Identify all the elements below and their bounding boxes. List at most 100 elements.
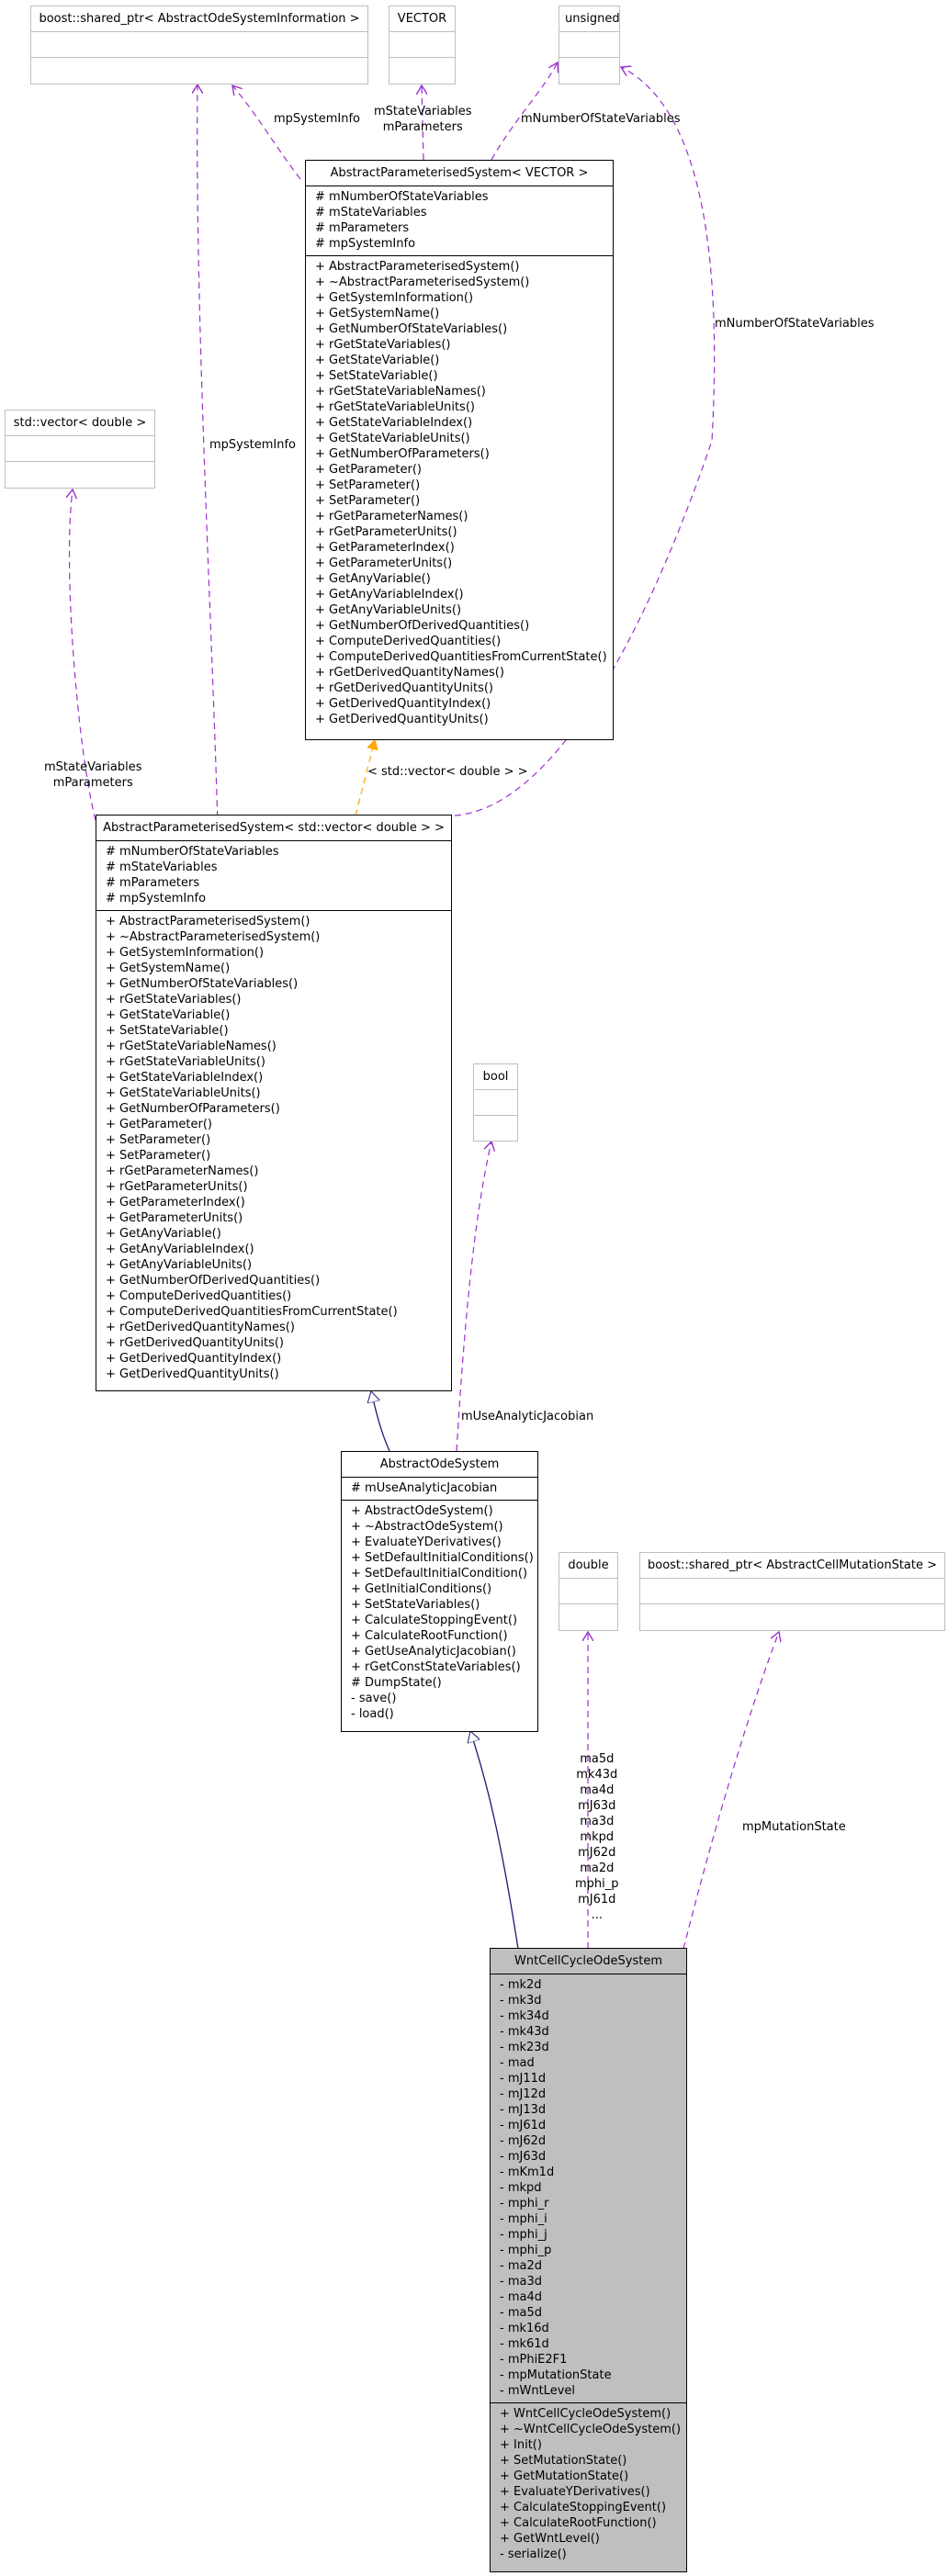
- class-method: + GetNumberOfParameters(): [315, 447, 490, 461]
- class-method: + SetStateVariable(): [106, 1024, 229, 1038]
- attributes-section: # mNumberOfStateVariables # mStateVariabl…: [96, 841, 451, 911]
- class-attribute: - mk43d: [500, 2025, 549, 2039]
- class-attribute: - mad: [500, 2056, 535, 2070]
- class-method: + rGetParameterUnits(): [315, 525, 457, 539]
- class-method: + GetAnyVariableUnits(): [315, 603, 462, 617]
- class-attribute: # mNumberOfStateVariables: [106, 845, 279, 859]
- class-attribute: # mUseAnalyticJacobian: [351, 1481, 498, 1495]
- class-abstract-ode-system[interactable]: AbstractOdeSystem # mUseAnalyticJacobian…: [341, 1451, 538, 1732]
- class-attribute: - mphi_r: [500, 2197, 549, 2210]
- class-method: + rGetParameterNames(): [315, 510, 468, 523]
- class-attribute: - mJ13d: [500, 2103, 547, 2117]
- class-method: + GetStateVariableUnits(): [315, 432, 470, 445]
- class-title: AbstractParameterisedSystem< VECTOR >: [306, 161, 613, 186]
- attributes-section: [559, 32, 619, 58]
- class-wnt-cell-cycle-ode-system[interactable]: WntCellCycleOdeSystem - mk2d - mk3d - mk34…: [490, 1948, 687, 2572]
- class-abstract-parameterised-system-std-vector[interactable]: AbstractParameterisedSystem< std::vector…: [96, 815, 452, 1391]
- class-method: + ~AbstractParameterisedSystem(): [315, 276, 530, 289]
- class-method: + SetDefaultInitialCondition(): [351, 1567, 528, 1580]
- class-attribute: - mpMutationState: [500, 2368, 612, 2382]
- class-attribute: # mParameters: [315, 221, 410, 235]
- attributes-section: [559, 1579, 617, 1604]
- class-attribute: # mParameters: [106, 876, 200, 890]
- class-method: + rGetStateVariableUnits(): [315, 400, 475, 414]
- class-method: + ~AbstractParameterisedSystem(): [106, 930, 321, 944]
- class-method: + GetAnyVariable(): [106, 1227, 221, 1241]
- class-method: + ComputeDerivedQuantities(): [315, 635, 502, 648]
- class-method: + SetStateVariables(): [351, 1598, 480, 1612]
- class-attribute: # mStateVariables: [106, 861, 218, 874]
- class-bool[interactable]: bool: [473, 1063, 518, 1142]
- class-attribute: - mPhiE2F1: [500, 2353, 568, 2367]
- methods-section: [31, 58, 367, 83]
- class-method: + rGetStateVariableNames(): [106, 1040, 276, 1053]
- class-method: + rGetStateVariables(): [315, 338, 451, 352]
- edge-label-double-members: ma5d mk43d ma4d mJ63d ma3d mkpd mJ62d ma…: [575, 1752, 619, 1922]
- class-method: + GetInitialConditions(): [351, 1582, 492, 1596]
- class-method: + GetParameter(): [106, 1118, 212, 1131]
- class-method: + GetSystemInformation(): [315, 291, 474, 305]
- class-double[interactable]: double: [559, 1552, 618, 1631]
- class-abstract-parameterised-system-vector[interactable]: AbstractParameterisedSystem< VECTOR > # …: [305, 160, 614, 740]
- edge-label-mpsysteminfo: mpSystemInfo: [274, 112, 360, 126]
- class-method: - save(): [351, 1692, 397, 1705]
- class-title: double: [559, 1553, 617, 1579]
- methods-section: [559, 58, 619, 83]
- edge-label-unsigned: mNumberOfStateVariables: [521, 112, 681, 126]
- class-method: + GetStateVariable(): [106, 1008, 231, 1022]
- methods-section: + AbstractOdeSystem() + ~AbstractOdeSyste…: [342, 1501, 537, 1726]
- methods-section: [474, 1116, 517, 1141]
- methods-section: + WntCellCycleOdeSystem() + ~WntCellCycle…: [491, 2403, 686, 2566]
- class-title: AbstractOdeSystem: [342, 1452, 537, 1478]
- class-method: + GetSystemInformation(): [106, 946, 265, 960]
- edge-wnt-mutation: [683, 1632, 779, 1950]
- class-method: + CalculateStoppingEvent(): [351, 1614, 518, 1627]
- class-attribute: - mk2d: [500, 1978, 542, 1992]
- class-method: + rGetStateVariables(): [106, 993, 242, 1007]
- class-method: + EvaluateYDerivatives(): [351, 1535, 502, 1549]
- class-std-vector-double[interactable]: std::vector< double >: [5, 410, 155, 489]
- class-method: + rGetDerivedQuantityUnits(): [315, 681, 494, 695]
- class-method: + rGetParameterUnits(): [106, 1180, 248, 1194]
- class-method: # DumpState(): [351, 1676, 442, 1690]
- class-attribute: # mpSystemInfo: [106, 892, 207, 906]
- class-method: + GetDerivedQuantityUnits(): [106, 1367, 279, 1381]
- class-attribute: - ma5d: [500, 2306, 542, 2320]
- class-method: + GetStateVariable(): [315, 354, 440, 367]
- class-method: + GetStateVariableIndex(): [315, 416, 473, 430]
- class-method: - serialize(): [500, 2548, 567, 2561]
- class-attribute: - mJ62d: [500, 2134, 547, 2148]
- class-method: + GetSystemName(): [315, 307, 440, 321]
- class-method: + GetSystemName(): [106, 962, 231, 975]
- class-attribute: - ma2d: [500, 2259, 542, 2273]
- class-method: + ComputeDerivedQuantitiesFromCurrentSta…: [106, 1305, 398, 1319]
- class-vector[interactable]: VECTOR: [389, 6, 456, 84]
- class-unsigned[interactable]: unsigned: [559, 6, 620, 84]
- class-method: + GetAnyVariableIndex(): [315, 588, 464, 602]
- edge-label-mutation-state: mpMutationState: [742, 1820, 846, 1834]
- class-method: + WntCellCycleOdeSystem(): [500, 2407, 672, 2421]
- methods-section: [559, 1604, 617, 1629]
- class-method: + ComputeDerivedQuantitiesFromCurrentSta…: [315, 650, 607, 664]
- class-attribute: - ma4d: [500, 2290, 542, 2304]
- class-method: + GetNumberOfStateVariables(): [315, 322, 508, 336]
- class-attribute: - ma3d: [500, 2275, 542, 2289]
- edge-label-unsigned-2: mNumberOfStateVariables: [715, 317, 875, 331]
- methods-section: + AbstractParameterisedSystem() + ~Abstra…: [306, 256, 613, 731]
- class-attribute: - mKm1d: [500, 2165, 555, 2179]
- class-method: + rGetParameterNames(): [106, 1164, 259, 1178]
- class-shared-ptr-system-info[interactable]: boost::shared_ptr< AbstractOdeSystemInfo…: [30, 6, 368, 84]
- class-method: + GetParameter(): [315, 463, 422, 477]
- class-method: + rGetDerivedQuantityUnits(): [106, 1336, 285, 1350]
- class-method: + GetParameterUnits(): [106, 1211, 243, 1225]
- class-title: VECTOR: [389, 6, 455, 32]
- class-method: + SetDefaultInitialConditions(): [351, 1551, 534, 1565]
- class-method: + GetParameterUnits(): [315, 557, 453, 570]
- class-method: + rGetConstStateVariables(): [351, 1660, 521, 1674]
- edge-inherit-abstractode: [371, 1391, 390, 1452]
- edge-stdvector-systeminfo: [198, 84, 219, 829]
- class-method: + GetStateVariableIndex(): [106, 1071, 264, 1085]
- class-shared-ptr-mutation-state[interactable]: boost::shared_ptr< AbstractCellMutationS…: [639, 1552, 945, 1631]
- class-title: std::vector< double >: [6, 411, 154, 436]
- class-attribute: # mpSystemInfo: [315, 237, 416, 251]
